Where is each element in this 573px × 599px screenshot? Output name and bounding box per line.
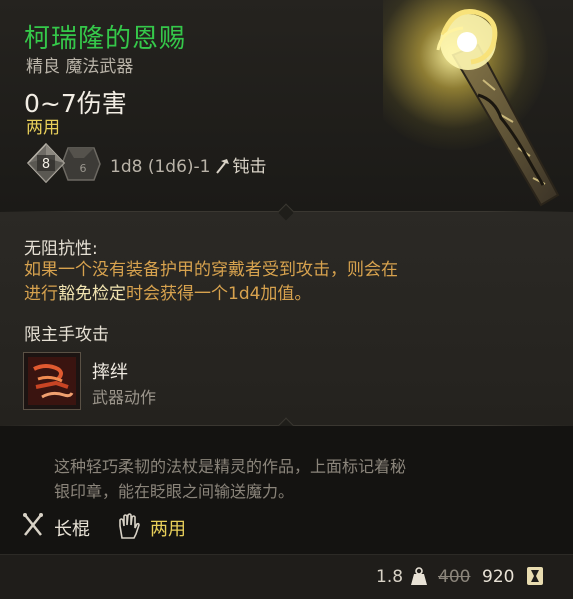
action-type: 武器动作: [92, 388, 157, 407]
svg-text:8: 8: [42, 157, 50, 172]
flavor-text: 这种轻巧柔韧的法杖是精灵的作品，上面标记着秘 银印章，能在眨眼之间输送魔力。: [54, 457, 407, 501]
weapon-type-label: 长棍: [54, 519, 90, 540]
price-value: 920: [482, 567, 515, 587]
passive-description: 如果一个没有装备护甲的穿戴者受到攻击，则会在 进行豁免检定时会获得一个1d4加值…: [24, 260, 398, 304]
old-price: 400: [438, 567, 471, 587]
coin-icon: [527, 567, 543, 585]
hammer-icon: [216, 159, 230, 174]
weight-icon: [411, 567, 427, 585]
svg-text:6: 6: [80, 162, 87, 175]
item-tooltip: 柯瑞隆的恩赐 精良 魔法武器 0~7伤害 两用 6 8 1d8 (1d6)-1 钝…: [0, 0, 573, 599]
damage-dice-row: 6 8 1d8 (1d6)-1 钝击: [26, 142, 326, 184]
section-divider: [0, 203, 573, 221]
hand-icon: [119, 513, 140, 539]
item-footer: 1.8 400 920: [0, 554, 573, 599]
grip-label: 两用: [150, 519, 186, 540]
damage-dice-text: 1d8 (1d6)-1 钝击: [110, 152, 266, 177]
action-name: 摔绊: [92, 362, 128, 383]
flavor-section: 这种轻巧柔韧的法杖是精灵的作品，上面标记着秘 银印章，能在眨眼之间输送魔力。 长棍…: [0, 426, 573, 554]
item-name: 柯瑞隆的恩赐: [24, 24, 187, 54]
proficiency-row: 长棍 两用: [22, 512, 422, 540]
weight-value: 1.8: [376, 567, 404, 587]
passive-name: 无阻抗性:: [24, 239, 98, 259]
passive-section: 无阻抗性: 如果一个没有装备护甲的穿戴者受到攻击，则会在 进行豁免检定时会获得一…: [0, 212, 573, 426]
dice-formula: 1d8 (1d6)-1: [110, 157, 211, 177]
d8-die-icon: 8: [26, 142, 66, 184]
trip-action-icon[interactable]: [23, 352, 81, 410]
mainhand-header: 限主手攻击: [24, 325, 109, 345]
item-artwork: [383, 0, 573, 215]
handedness-label: 两用: [26, 118, 60, 138]
staff-proficiency-icon: [23, 513, 43, 536]
d6-die-icon: 6: [61, 147, 101, 181]
saving-throw-keyword[interactable]: 豁免检定: [58, 284, 126, 304]
damage-type: 钝击: [232, 157, 267, 177]
item-rarity-type: 精良 魔法武器: [26, 57, 134, 77]
